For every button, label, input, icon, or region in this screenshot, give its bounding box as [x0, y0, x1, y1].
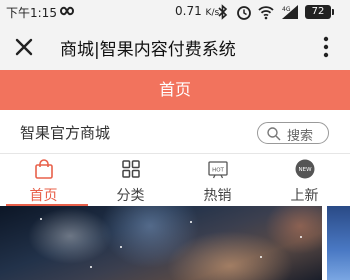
tab-home-label: 首页 [29, 188, 58, 204]
more-vertical-icon [323, 36, 329, 58]
status-time: 下午1:15 [6, 6, 57, 20]
svg-text:NEW: NEW [298, 167, 312, 173]
new-icon: NEW [294, 158, 316, 180]
bluetooth-icon [218, 3, 228, 24]
hot-icon: HOT [207, 158, 229, 180]
category-icon [120, 158, 142, 180]
search-icon [266, 126, 282, 146]
close-button[interactable] [8, 31, 40, 63]
app-header: 商城|智果内容付费系统 [0, 24, 350, 70]
network-speed-value: 0.71 [175, 4, 202, 18]
tab-new[interactable]: NEW 上新 [261, 154, 348, 206]
search-label: 搜索 [287, 129, 314, 144]
bag-icon [33, 158, 55, 180]
next-slide-preview[interactable] [327, 206, 350, 280]
svg-text:4G: 4G [282, 6, 291, 13]
search-button[interactable]: 搜索 [257, 122, 329, 144]
hero-image[interactable] [0, 206, 322, 280]
network-speed: 0.71 K/s [175, 4, 219, 18]
tab-category[interactable]: 分类 [87, 154, 174, 206]
tab-new-label: 上新 [290, 188, 319, 204]
home-banner-title: 首页 [0, 70, 350, 110]
page-title: 商城|智果内容付费系统 [60, 40, 236, 60]
wifi-icon [257, 3, 275, 24]
tab-hot-label: 热销 [203, 188, 232, 204]
tab-home[interactable]: 首页 [0, 154, 87, 206]
tab-hot[interactable]: HOT 热销 [174, 154, 261, 206]
hero-carousel[interactable] [0, 206, 350, 280]
signal-icon: 4G [280, 3, 300, 24]
category-tabs: 首页 分类 HOT 热销 NEW 上新 [0, 154, 350, 206]
battery-indicator: 72 [305, 5, 334, 19]
store-name: 智果官方商城 [20, 124, 111, 142]
svg-text:HOT: HOT [212, 168, 224, 174]
alarm-icon [236, 3, 252, 24]
infinity-icon [56, 2, 76, 23]
more-options-button[interactable] [318, 31, 334, 63]
close-icon [15, 38, 33, 56]
store-row: 智果官方商城 搜索 [0, 110, 350, 154]
tab-category-label: 分类 [116, 188, 145, 204]
status-bar: 下午1:15 0.71 K/s 4G 72 [0, 0, 350, 24]
